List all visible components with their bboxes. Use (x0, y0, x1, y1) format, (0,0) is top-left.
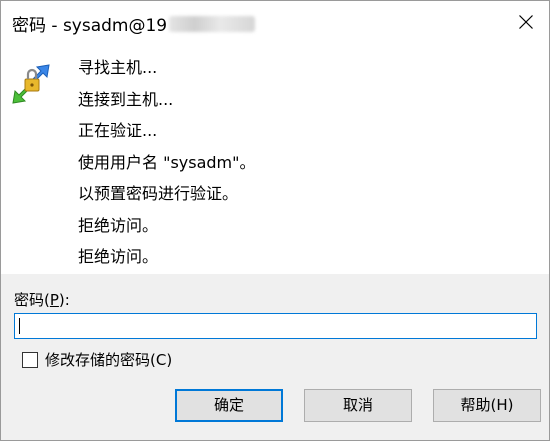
status-line: 拒绝访问。 (78, 215, 159, 235)
password-label-suffix: ): (58, 291, 70, 309)
title-bar: 密码 - sysadm@19 (1, 1, 549, 43)
window-title-text: 密码 - sysadm@19 (12, 16, 168, 36)
password-dialog: 密码 - sysadm@19 寻找主机... 连接到主机... 正在验证... … (0, 0, 550, 441)
window-title: 密码 - sysadm@19 (12, 11, 256, 36)
key-transfer-icon (11, 57, 51, 105)
status-line: 使用用户名 "sysadm"。 (78, 152, 256, 172)
text-caret (19, 318, 20, 334)
close-button[interactable] (503, 1, 549, 43)
redacted-host-address (169, 16, 256, 32)
status-area: 寻找主机... 连接到主机... 正在验证... 使用用户名 "sysadm"。… (1, 43, 549, 274)
status-line: 寻找主机... (78, 58, 158, 77)
help-button[interactable]: 帮助(H) (433, 389, 541, 422)
status-log: 寻找主机... 连接到主机... 正在验证... 使用用户名 "sysadm"。… (78, 52, 256, 273)
status-line: 拒绝访问。 (78, 247, 159, 266)
close-icon (519, 15, 533, 29)
password-label-accelerator: P (49, 291, 59, 309)
status-line: 连接到主机... (78, 89, 174, 109)
password-input[interactable] (14, 313, 537, 339)
status-line: 以预置密码进行验证。 (78, 184, 239, 203)
change-stored-password-checkbox[interactable] (22, 352, 38, 368)
password-label-prefix: 密码( (14, 291, 50, 309)
credentials-panel: 密码(P): 修改存储的密码(C) 确定 取消 帮助(H) (1, 274, 549, 440)
ok-button[interactable]: 确定 (175, 389, 283, 422)
cancel-button[interactable]: 取消 (304, 389, 412, 422)
status-line: 正在验证... (78, 121, 158, 140)
change-stored-password-label[interactable]: 修改存储的密码(C) (45, 350, 172, 370)
password-label: 密码(P): (14, 289, 70, 310)
